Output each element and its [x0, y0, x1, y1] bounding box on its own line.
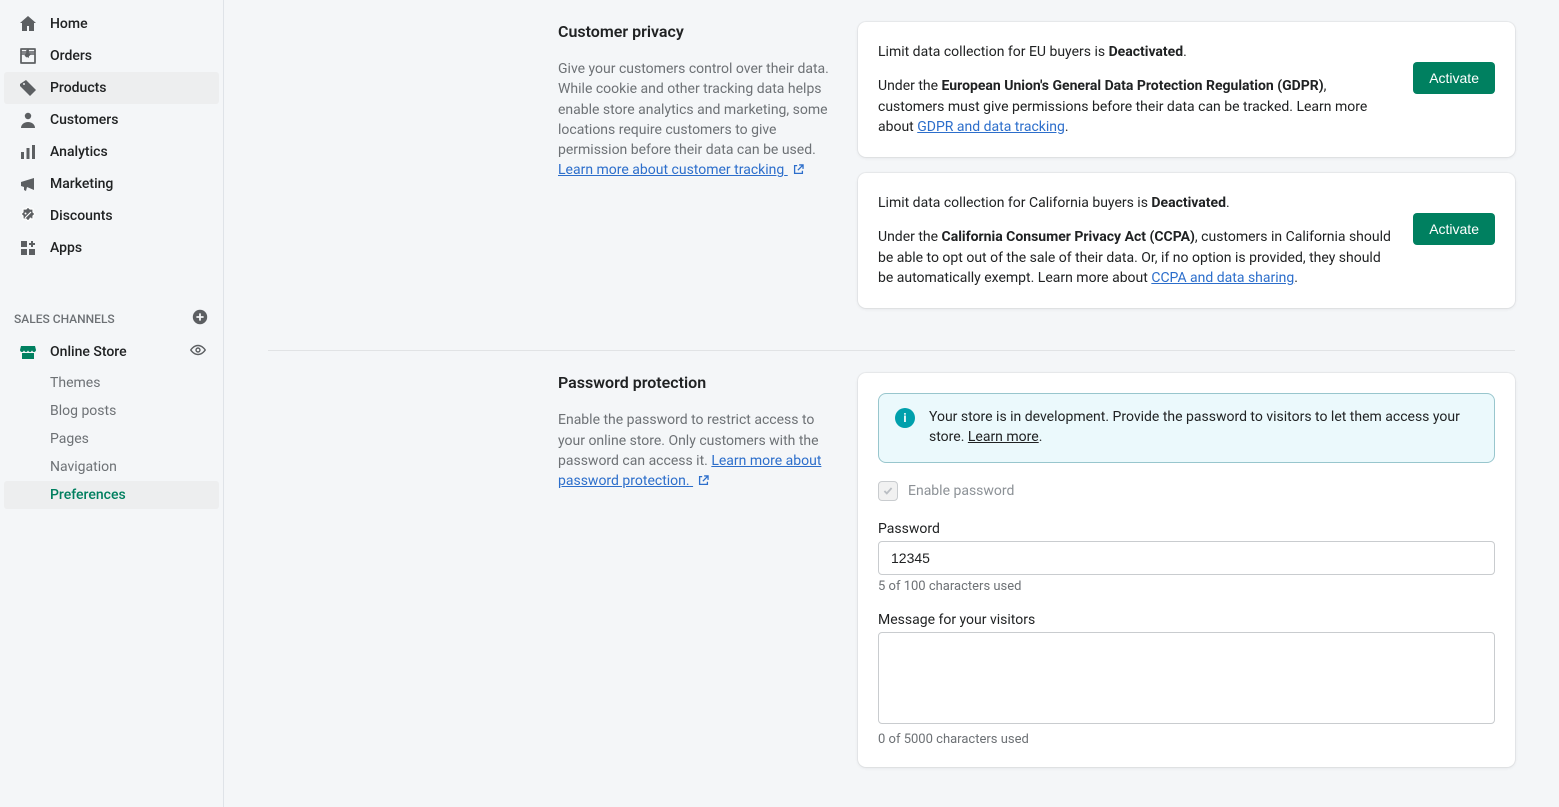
ca-status: Limit data collection for California buy… — [878, 193, 1393, 213]
tag-icon — [18, 78, 38, 98]
activate-eu-button[interactable]: Activate — [1413, 62, 1495, 94]
add-channel-button[interactable] — [191, 308, 209, 329]
privacy-eu-card: Limit data collection for EU buyers is D… — [858, 22, 1515, 157]
nav-apps[interactable]: Apps — [4, 232, 219, 264]
channel-label: Online Store — [50, 344, 189, 360]
sales-channels-label: SALES CHANNELS — [14, 312, 115, 326]
ca-desc: Under the California Consumer Privacy Ac… — [878, 227, 1393, 288]
store-icon — [18, 342, 38, 362]
section-desc: Enable the password to restrict access t… — [558, 410, 834, 491]
nav-analytics[interactable]: Analytics — [4, 136, 219, 168]
nav-label: Home — [50, 16, 88, 32]
nav-customers[interactable]: Customers — [4, 104, 219, 136]
info-icon: i — [895, 408, 915, 428]
inbox-icon — [18, 46, 38, 66]
section-title: Password protection — [558, 373, 834, 392]
subnav-themes[interactable]: Themes — [4, 369, 219, 397]
nav-label: Marketing — [50, 176, 113, 192]
home-icon — [18, 14, 38, 34]
nav-home[interactable]: Home — [4, 8, 219, 40]
nav-orders[interactable]: Orders — [4, 40, 219, 72]
nav-marketing[interactable]: Marketing — [4, 168, 219, 200]
megaphone-icon — [18, 174, 38, 194]
main-content: Customer privacy Give your customers con… — [224, 0, 1559, 807]
nav-products[interactable]: Products — [4, 72, 219, 104]
discount-icon — [18, 206, 38, 226]
gdpr-link[interactable]: GDPR and data tracking — [917, 119, 1065, 135]
ccpa-link[interactable]: CCPA and data sharing — [1151, 270, 1294, 286]
apps-icon — [18, 238, 38, 258]
password-input[interactable] — [878, 541, 1495, 575]
banner-learn-more-link[interactable]: Learn more — [968, 429, 1039, 445]
external-link-icon — [697, 474, 710, 487]
dev-store-banner: i Your store is in development. Provide … — [878, 393, 1495, 462]
password-card: i Your store is in development. Provide … — [858, 373, 1515, 766]
nav-label: Orders — [50, 48, 92, 64]
password-label: Password — [878, 521, 1495, 537]
enable-password-checkbox[interactable]: Enable password — [878, 481, 1495, 501]
external-link-icon — [792, 163, 805, 176]
password-help: 5 of 100 characters used — [878, 579, 1495, 594]
section-password-protection: Password protection Enable the password … — [268, 350, 1515, 807]
section-title: Customer privacy — [558, 22, 834, 41]
nav-discounts[interactable]: Discounts — [4, 200, 219, 232]
nav-label: Customers — [50, 112, 118, 128]
sales-channels-header: SALES CHANNELS — [0, 298, 223, 335]
section-customer-privacy: Customer privacy Give your customers con… — [268, 0, 1515, 350]
subnav-pages[interactable]: Pages — [4, 425, 219, 453]
view-store-button[interactable] — [189, 341, 207, 363]
eu-desc: Under the European Union's General Data … — [878, 76, 1393, 137]
nav-label: Apps — [50, 240, 82, 256]
enable-password-label: Enable password — [908, 483, 1014, 499]
visitor-message-help: 0 of 5000 characters used — [878, 732, 1495, 747]
eu-status: Limit data collection for EU buyers is D… — [878, 42, 1393, 62]
channel-online-store[interactable]: Online Store — [4, 335, 219, 369]
nav-label: Discounts — [50, 208, 113, 224]
banner-message: Your store is in development. Provide th… — [929, 408, 1478, 447]
activate-ca-button[interactable]: Activate — [1413, 213, 1495, 245]
visitor-message-label: Message for your visitors — [878, 612, 1495, 628]
subnav-blog-posts[interactable]: Blog posts — [4, 397, 219, 425]
sidebar: Home Orders Products Customers Analytics — [0, 0, 224, 807]
nav-label: Analytics — [50, 144, 108, 160]
person-icon — [18, 110, 38, 130]
customer-tracking-link[interactable]: Learn more about customer tracking — [558, 162, 805, 178]
subnav-navigation[interactable]: Navigation — [4, 453, 219, 481]
bar-chart-icon — [18, 142, 38, 162]
section-desc: Give your customers control over their d… — [558, 59, 834, 181]
checkbox-icon — [878, 481, 898, 501]
visitor-message-input[interactable] — [878, 632, 1495, 724]
privacy-ca-card: Limit data collection for California buy… — [858, 173, 1515, 308]
subnav-preferences[interactable]: Preferences — [4, 481, 219, 509]
nav-label: Products — [50, 80, 107, 96]
